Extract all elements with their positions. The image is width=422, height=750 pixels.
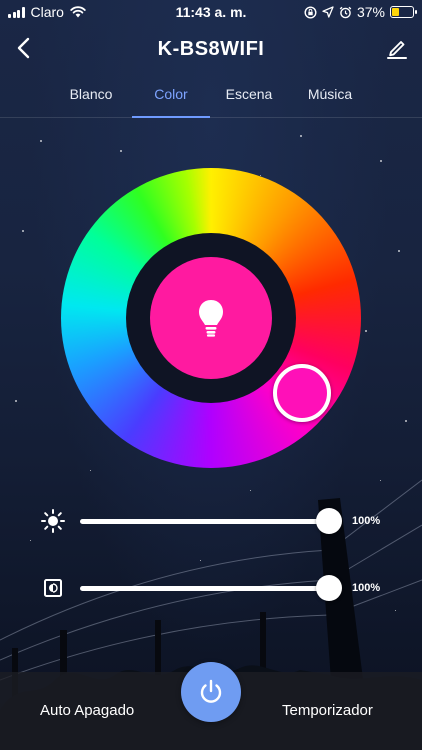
color-picker: [61, 168, 361, 468]
power-button[interactable]: [181, 662, 241, 722]
alarm-icon: [339, 6, 352, 18]
chevron-left-icon: [17, 37, 30, 59]
page-title: K-BS8WIFI: [157, 38, 265, 60]
timer-button[interactable]: Temporizador: [282, 702, 373, 719]
mode-tabs: Blanco Color Escena Música: [0, 80, 422, 118]
saturation-slider-row: 100%: [0, 573, 422, 603]
active-tab-indicator: [132, 116, 210, 118]
lightbulb-icon: [199, 300, 223, 337]
bottom-action-bar: Auto Apagado Temporizador: [0, 662, 422, 750]
brightness-slider-thumb[interactable]: [316, 508, 342, 534]
navigation-bar: K-BS8WIFI: [0, 30, 422, 70]
status-bar: Claro 11:43 a. m. 37%: [0, 0, 422, 24]
contrast-icon: [44, 579, 62, 597]
power-icon: [200, 679, 222, 703]
edit-button[interactable]: [384, 35, 410, 61]
battery-percent: 37%: [356, 4, 385, 20]
tab-blanco[interactable]: Blanco: [56, 86, 126, 102]
saturation-slider-track[interactable]: [80, 586, 332, 591]
tab-escena[interactable]: Escena: [214, 86, 284, 102]
location-arrow-icon: [322, 6, 334, 18]
pencil-icon: [387, 41, 407, 59]
tab-color[interactable]: Color: [136, 86, 206, 102]
screen-lock-icon: [304, 5, 317, 19]
battery-level: [392, 8, 400, 16]
light-preview-button[interactable]: [150, 257, 272, 379]
sun-icon: [41, 509, 65, 533]
brightness-slider-row: 100%: [0, 506, 422, 536]
auto-off-button[interactable]: Auto Apagado: [40, 702, 134, 719]
saturation-value: 100%: [352, 582, 381, 594]
brightness-slider-track[interactable]: [80, 519, 332, 524]
brightness-value: 100%: [352, 515, 381, 527]
saturation-slider-thumb[interactable]: [316, 575, 342, 601]
color-selector-handle[interactable]: [273, 364, 331, 422]
back-button[interactable]: [12, 35, 38, 61]
battery-icon: [390, 6, 417, 18]
status-right: 37%: [304, 4, 417, 20]
tab-musica[interactable]: Música: [294, 86, 366, 102]
